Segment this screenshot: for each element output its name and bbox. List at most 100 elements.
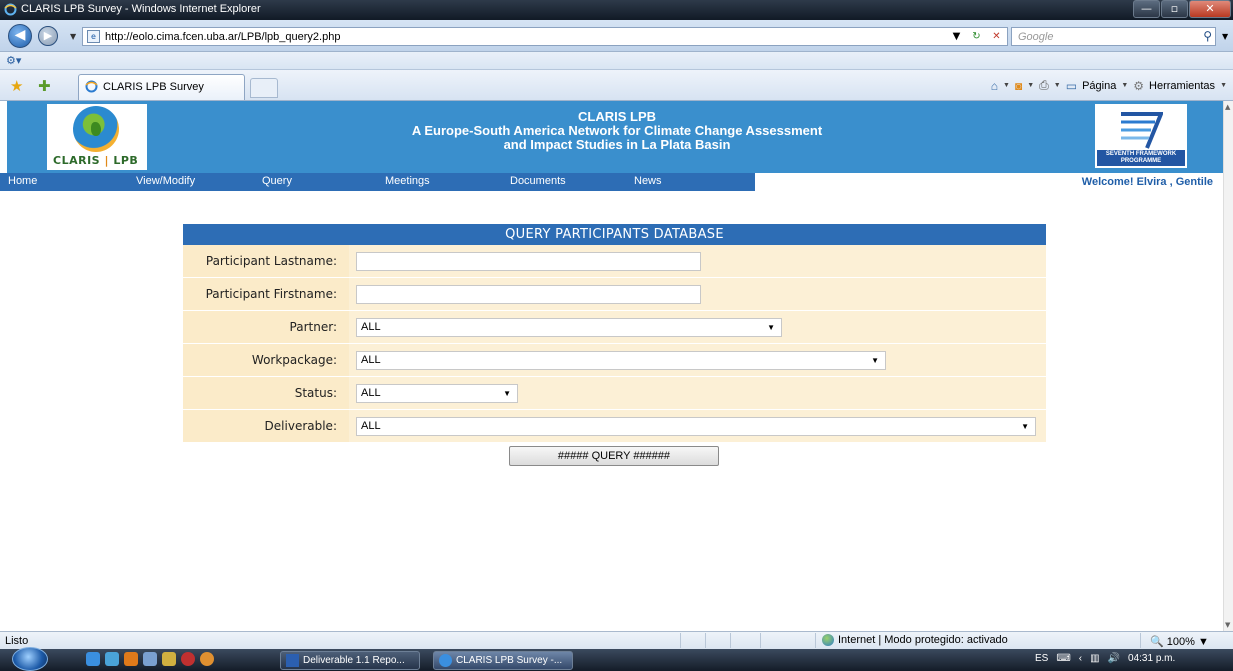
- site-nav: Home View/Modify Query Meetings Document…: [0, 173, 1223, 191]
- language-indicator[interactable]: ES: [1035, 653, 1048, 664]
- refresh-icon[interactable]: ↻: [968, 29, 985, 44]
- home-icon[interactable]: ⌂: [991, 79, 998, 93]
- taskbar-item-ie[interactable]: CLARIS LPB Survey -...: [433, 651, 573, 670]
- tab-claris[interactable]: CLARIS LPB Survey: [78, 74, 245, 100]
- fp7-logo[interactable]: SEVENTH FRAMEWORK PROGRAMME: [1095, 104, 1187, 168]
- desktop-quicklaunch-icon[interactable]: [105, 652, 119, 666]
- zoom-icon: 🔍: [1150, 636, 1164, 648]
- firstname-label: Participant Firstname:: [205, 287, 337, 301]
- media-quicklaunch-icon[interactable]: [124, 652, 138, 666]
- chevron-down-icon: ▼: [1021, 422, 1029, 431]
- nav-meetings[interactable]: Meetings: [385, 175, 430, 187]
- history-dropdown-icon[interactable]: ▼: [70, 32, 76, 41]
- welcome-message: Welcome! Elvira , Gentile: [1081, 176, 1213, 188]
- nav-home[interactable]: Home: [8, 175, 37, 187]
- site-title-line2: A Europe-South America Network for Clima…: [411, 123, 823, 138]
- status-select[interactable]: ALL ▼: [356, 384, 518, 403]
- nav-documents[interactable]: Documents: [510, 175, 566, 187]
- status-bar: Listo Internet | Modo protegido: activad…: [0, 631, 1233, 649]
- workpackage-select[interactable]: ALL ▼: [356, 351, 886, 370]
- partner-select[interactable]: ALL ▼: [356, 318, 782, 337]
- query-button[interactable]: ##### QUERY ######: [509, 446, 719, 466]
- search-icon[interactable]: ⚲: [1203, 29, 1212, 43]
- address-bar: ◀ ▶ ▼ e http://eolo.cima.fcen.uba.ar/LPB…: [0, 20, 1233, 52]
- status-value: ALL: [361, 387, 381, 399]
- new-tab-button[interactable]: [250, 78, 278, 98]
- url-dropdown-icon[interactable]: ▼: [948, 29, 965, 44]
- users-quicklaunch-icon[interactable]: [162, 652, 176, 666]
- status-row: Status: ALL ▼: [183, 377, 1046, 410]
- security-zone[interactable]: Internet | Modo protegido: activado: [822, 634, 1008, 646]
- close-button[interactable]: ✕: [1189, 0, 1231, 18]
- keyboard-icon[interactable]: ⌨: [1056, 653, 1070, 664]
- app-quicklaunch-icon[interactable]: [181, 652, 195, 666]
- window-title: CLARIS LPB Survey - Windows Internet Exp…: [21, 3, 261, 15]
- taskbar: Deliverable 1.1 Repo... CLARIS LPB Surve…: [0, 647, 1233, 671]
- search-options-icon[interactable]: ▼: [1222, 32, 1228, 41]
- deliverable-row: Deliverable: ALL ▼: [183, 410, 1046, 443]
- system-tray: ES ⌨ ‹ ▥ 🔊 04:31 p.m.: [1035, 653, 1175, 664]
- url-field[interactable]: e http://eolo.cima.fcen.uba.ar/LPB/lpb_q…: [82, 27, 1008, 46]
- clock[interactable]: 04:31 p.m.: [1128, 653, 1175, 664]
- deliverable-select[interactable]: ALL ▼: [356, 417, 1036, 436]
- home-dropdown-icon[interactable]: ▼: [1003, 82, 1010, 89]
- volume-icon[interactable]: 🔊: [1108, 653, 1120, 664]
- lastname-row: Participant Lastname:: [183, 245, 1046, 278]
- favorites-star-icon[interactable]: ★: [10, 77, 23, 95]
- fp7-logo-text: SEVENTH FRAMEWORK PROGRAMME: [1097, 150, 1185, 166]
- vertical-scrollbar[interactable]: ▲ ▼: [1223, 101, 1233, 631]
- lastname-input[interactable]: [356, 252, 701, 271]
- network-icon[interactable]: ▥: [1090, 653, 1099, 664]
- firstname-input[interactable]: [356, 285, 701, 304]
- page-dropdown-icon[interactable]: ▼: [1121, 82, 1128, 89]
- chevron-down-icon: ▼: [767, 323, 775, 332]
- claris-logo[interactable]: CLARIS | LPB: [47, 104, 147, 170]
- add-favorites-icon[interactable]: ✚: [38, 77, 51, 95]
- page-menu-icon: ▭: [1065, 78, 1078, 93]
- firstname-row: Participant Firstname:: [183, 278, 1046, 311]
- tray-expand-icon[interactable]: ‹: [1079, 653, 1082, 664]
- zoom-level[interactable]: 🔍 100% ▼: [1150, 635, 1209, 648]
- tools-menu[interactable]: Herramientas: [1149, 80, 1215, 92]
- feeds-icon[interactable]: ◙: [1015, 79, 1022, 93]
- chevron-down-icon: ▼: [871, 356, 879, 365]
- page-menu[interactable]: Página: [1082, 80, 1116, 92]
- scroll-up-icon[interactable]: ▲: [1225, 103, 1230, 111]
- tab-row: ★ ✚ CLARIS LPB Survey ⌂ ▼ ◙ ▼ ⎙ ▼ ▭ Página ▼…: [0, 70, 1233, 101]
- partner-row: Partner: ALL ▼: [183, 311, 1046, 344]
- search-input[interactable]: Google ⚲: [1011, 27, 1216, 46]
- nav-view-modify[interactable]: View/Modify: [136, 175, 195, 187]
- nav-news[interactable]: News: [634, 175, 662, 187]
- ie-quicklaunch-icon[interactable]: [86, 652, 100, 666]
- addons-icon[interactable]: ⚙▾: [6, 54, 21, 67]
- url-text: http://eolo.cima.fcen.uba.ar/LPB/lpb_que…: [105, 31, 341, 43]
- scroll-down-icon[interactable]: ▼: [1225, 621, 1230, 629]
- tools-gear-icon: ⚙: [1133, 78, 1145, 93]
- globe-icon: [822, 634, 834, 646]
- search-quicklaunch-icon[interactable]: [143, 652, 157, 666]
- site-title-line1: CLARIS LPB: [578, 109, 656, 124]
- zone-text: Internet | Modo protegido: activado: [838, 634, 1008, 646]
- nav-query[interactable]: Query: [262, 175, 292, 187]
- workpackage-value: ALL: [361, 354, 381, 366]
- firefox-quicklaunch-icon[interactable]: [200, 652, 214, 666]
- form-heading: QUERY PARTICIPANTS DATABASE: [183, 224, 1046, 245]
- tools-dropdown-icon[interactable]: ▼: [1220, 82, 1227, 89]
- workpackage-row: Workpackage: ALL ▼: [183, 344, 1046, 377]
- workpackage-label: Workpackage:: [251, 353, 337, 367]
- search-placeholder: Google: [1018, 31, 1054, 43]
- taskbar-item-word[interactable]: Deliverable 1.1 Repo...: [280, 651, 420, 670]
- feeds-dropdown-icon[interactable]: ▼: [1027, 82, 1034, 89]
- minimize-button[interactable]: —: [1133, 0, 1160, 18]
- tab-label: CLARIS LPB Survey: [103, 81, 204, 93]
- print-dropdown-icon[interactable]: ▼: [1054, 82, 1061, 89]
- back-button[interactable]: ◀: [8, 24, 32, 48]
- fp7-mark-icon: [1121, 112, 1163, 149]
- claris-globe-icon: [73, 106, 119, 152]
- maximize-button[interactable]: ▫: [1161, 0, 1188, 18]
- print-icon[interactable]: ⎙: [1039, 78, 1049, 93]
- forward-button[interactable]: ▶: [38, 26, 58, 46]
- status-label: Status:: [294, 386, 337, 400]
- stop-icon[interactable]: ✕: [988, 29, 1005, 44]
- start-button[interactable]: [12, 647, 48, 671]
